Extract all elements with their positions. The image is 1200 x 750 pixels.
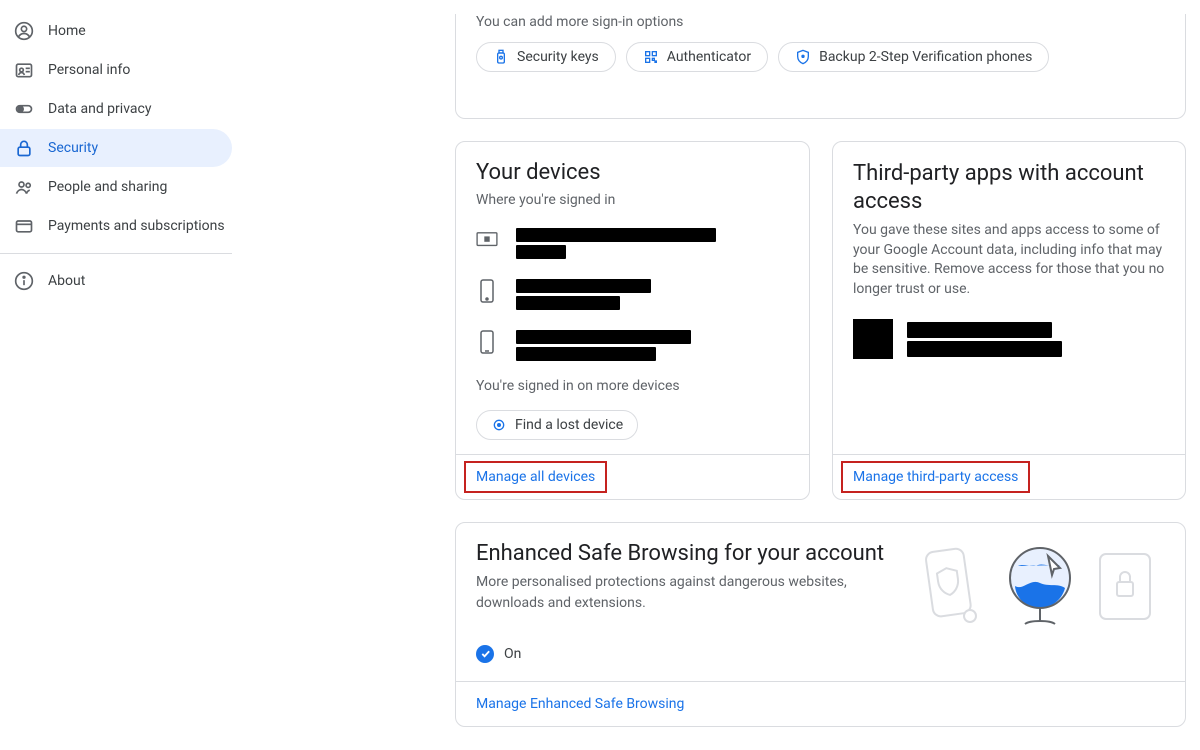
signin-options-card: You can add more sign-in options Securit…	[455, 14, 1186, 119]
people-icon	[14, 177, 34, 197]
thirdparty-app-row[interactable]	[853, 319, 1165, 360]
redacted-text	[516, 296, 620, 310]
chip-label: Backup 2-Step Verification phones	[819, 49, 1032, 65]
sidebar-item-personal-info[interactable]: Personal info	[0, 51, 270, 89]
target-icon	[491, 417, 507, 433]
chip-security-keys[interactable]: Security keys	[476, 42, 616, 72]
main-content: You can add more sign-in options Securit…	[270, 0, 1200, 750]
your-devices-card: Your devices Where you're signed in	[455, 141, 810, 500]
thirdparty-subtitle: You gave these sites and apps access to …	[853, 221, 1165, 299]
account-circle-icon	[14, 21, 34, 41]
find-lost-device-button[interactable]: Find a lost device	[476, 410, 638, 440]
lock-icon	[14, 138, 34, 158]
sidebar-item-label: Data and privacy	[48, 101, 151, 117]
signin-intro-text: You can add more sign-in options	[476, 14, 1185, 30]
sidebar-item-label: People and sharing	[48, 179, 167, 195]
device-row-1[interactable]	[476, 225, 789, 262]
esb-title: Enhanced Safe Browsing for your account	[476, 541, 895, 566]
apple-device-icon	[476, 280, 498, 302]
sidebar-item-label: Home	[48, 23, 86, 39]
credit-card-icon	[14, 216, 34, 236]
sidebar-item-label: Payments and subscriptions	[48, 218, 225, 234]
sidebar-item-label: About	[48, 273, 85, 289]
info-icon	[14, 271, 34, 291]
third-party-apps-card: Third-party apps with account access You…	[832, 141, 1186, 500]
esb-subtitle: More personalised protections against da…	[476, 572, 895, 614]
devices-more-note: You're signed in on more devices	[476, 378, 789, 394]
sidebar-item-data-privacy[interactable]: Data and privacy	[0, 90, 270, 128]
chip-authenticator[interactable]: Authenticator	[626, 42, 768, 72]
sidebar-separator	[0, 253, 232, 254]
check-icon	[476, 645, 494, 663]
redacted-text	[516, 330, 691, 344]
chip-label: Security keys	[517, 49, 599, 65]
sidebar-item-label: Personal info	[48, 62, 130, 78]
toggle-icon	[14, 99, 34, 119]
redacted-text	[907, 341, 1062, 357]
chip-backup-phones[interactable]: Backup 2-Step Verification phones	[778, 42, 1049, 72]
windows-device-icon	[476, 229, 498, 251]
esb-illustration	[915, 541, 1165, 631]
devices-subtitle: Where you're signed in	[476, 191, 789, 211]
redacted-text	[516, 347, 656, 361]
manage-third-party-access-link[interactable]: Manage third-party access	[841, 461, 1030, 493]
esb-status-label: On	[504, 646, 521, 662]
redacted-text	[516, 279, 651, 293]
find-lost-device-label: Find a lost device	[515, 417, 623, 433]
redacted-text	[907, 322, 1052, 338]
shield-icon	[795, 49, 811, 65]
thirdparty-title: Third-party apps with account access	[853, 160, 1165, 215]
chip-label: Authenticator	[667, 49, 751, 65]
device-row-2[interactable]	[476, 276, 789, 313]
devices-title: Your devices	[476, 160, 789, 185]
redacted-text	[516, 245, 566, 259]
manage-all-devices-link[interactable]: Manage all devices	[464, 461, 607, 493]
manage-esb-link[interactable]: Manage Enhanced Safe Browsing	[456, 682, 1185, 726]
phone-device-icon	[476, 331, 498, 353]
usb-key-icon	[493, 49, 509, 65]
sidebar-item-people-sharing[interactable]: People and sharing	[0, 168, 270, 206]
sidebar-item-label: Security	[48, 140, 98, 156]
enhanced-safe-browsing-card: Enhanced Safe Browsing for your account …	[455, 522, 1186, 727]
sidebar: Home Personal info Data and privacy Secu…	[0, 0, 270, 750]
qr-icon	[643, 49, 659, 65]
redacted-text	[516, 228, 716, 242]
redacted-app-icon	[853, 319, 893, 359]
sidebar-item-security[interactable]: Security	[0, 129, 232, 167]
device-row-3[interactable]	[476, 327, 789, 364]
sidebar-item-home[interactable]: Home	[0, 12, 270, 50]
sidebar-item-about[interactable]: About	[0, 262, 270, 300]
badge-icon	[14, 60, 34, 80]
sidebar-item-payments[interactable]: Payments and subscriptions	[0, 207, 270, 245]
